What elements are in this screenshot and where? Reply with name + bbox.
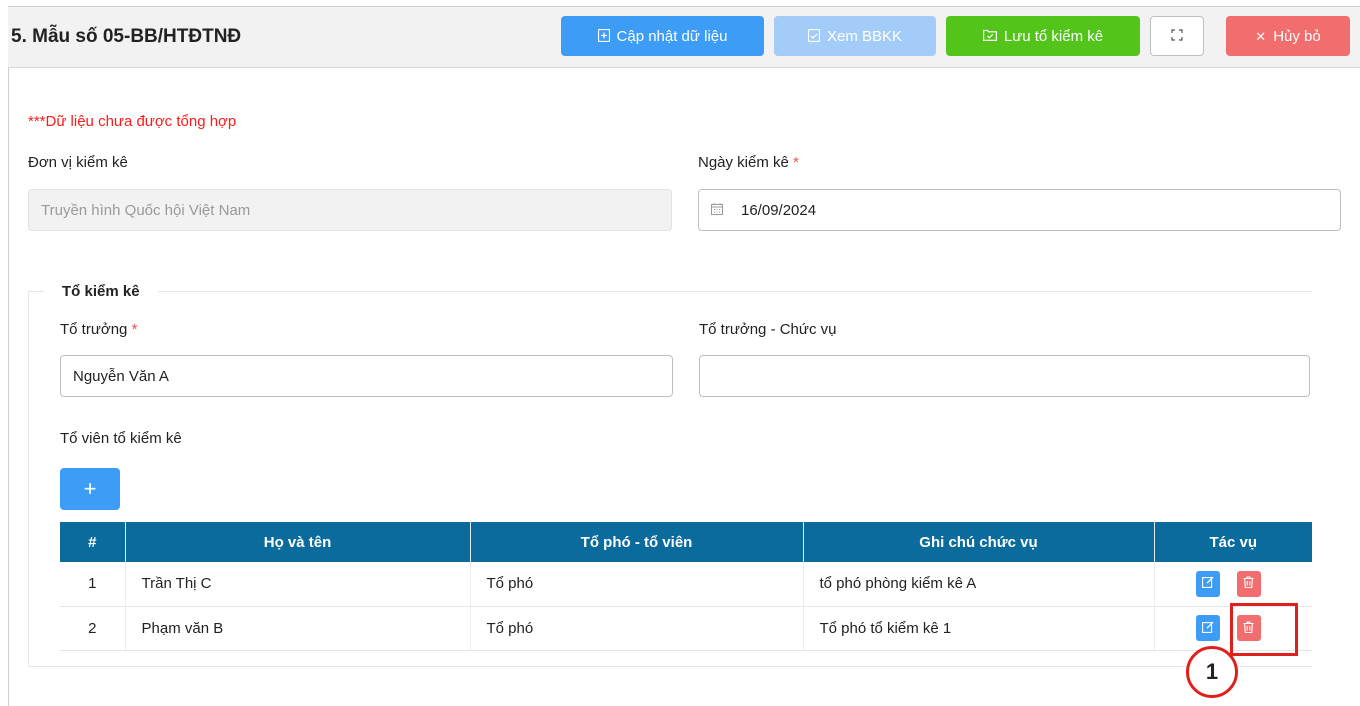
folder-check-icon — [982, 29, 997, 43]
delete-button[interactable] — [1236, 570, 1261, 597]
member-role: Tổ phó — [470, 562, 804, 607]
member-name: Phạm văn B — [125, 606, 471, 651]
unit-field: Truyền hình Quốc hội Việt Nam — [28, 189, 672, 231]
column-header: Tổ phó - tổ viên — [470, 522, 804, 562]
members-table: # Họ và tên Tổ phó - tổ viên Ghi chú chứ… — [60, 522, 1312, 651]
unit-value: Truyền hình Quốc hội Việt Nam — [41, 201, 251, 219]
member-role: Tổ phó — [470, 606, 804, 651]
leader-value: Nguyễn Văn A — [73, 367, 169, 385]
edit-button[interactable] — [1195, 570, 1220, 597]
calendar-icon — [711, 202, 723, 218]
leader-input[interactable]: Nguyễn Văn A — [60, 355, 673, 397]
fullscreen-icon — [1171, 29, 1183, 43]
leader-position-label: Tổ trưởng - Chức vụ — [699, 321, 837, 338]
view-bbkk-button[interactable]: Xem BBKK — [774, 16, 936, 56]
members-label: Tổ viên tổ kiểm kê — [60, 430, 182, 447]
column-header: # — [60, 522, 126, 562]
required-mark: * — [131, 321, 138, 338]
close-icon: ✕ — [1255, 28, 1267, 44]
save-team-button[interactable]: Lưu tổ kiểm kê — [946, 16, 1140, 56]
step-callout: 1 — [1186, 646, 1238, 698]
update-data-button[interactable]: Cập nhật dữ liệu — [561, 16, 764, 56]
file-plus-icon — [597, 28, 610, 44]
add-member-button[interactable]: + — [60, 468, 120, 510]
row-number: 1 — [60, 562, 126, 607]
plus-icon: + — [83, 476, 97, 501]
required-mark: * — [793, 154, 799, 171]
unit-label: Đơn vị kiểm kê — [28, 154, 128, 171]
cancel-button[interactable]: ✕ Hủy bỏ — [1226, 16, 1350, 56]
row-number: 2 — [60, 606, 126, 651]
edit-icon — [1201, 621, 1214, 636]
leader-label: Tổ trưởng * — [60, 321, 138, 338]
table-row: 2 Phạm văn B Tổ phó Tổ phó tổ kiểm kê 1 — [60, 606, 1312, 651]
column-header: Họ và tên — [125, 522, 471, 562]
save-team-label: Lưu tổ kiểm kê — [1003, 27, 1104, 45]
file-check-icon — [807, 28, 821, 44]
data-not-aggregated-warning: ***Dữ liệu chưa được tổng hợp — [28, 113, 237, 130]
edit-button[interactable] — [1195, 615, 1220, 641]
fullscreen-button[interactable] — [1150, 16, 1204, 56]
leader-position-input[interactable] — [699, 355, 1310, 397]
view-bbkk-label: Xem BBKK — [826, 27, 903, 45]
date-field[interactable]: 16/09/2024 — [698, 189, 1341, 231]
edit-icon — [1201, 576, 1214, 591]
table-header-row: # Họ và tên Tổ phó - tổ viên Ghi chú chứ… — [60, 522, 1312, 562]
trash-icon — [1243, 576, 1254, 591]
page-title: 5. Mẫu số 05-BB/HTĐTNĐ — [11, 26, 242, 47]
date-label: Ngày kiểm kê * — [698, 154, 799, 171]
team-legend: Tổ kiểm kê — [44, 283, 158, 300]
member-note: Tổ phó tổ kiểm kê 1 — [803, 606, 1155, 651]
member-note: tổ phó phòng kiểm kê A — [803, 562, 1155, 607]
table-row: 1 Trần Thị C Tổ phó tổ phó phòng kiểm kê… — [60, 562, 1312, 607]
column-header: Tác vụ — [1154, 522, 1312, 562]
cancel-label: Hủy bỏ — [1273, 27, 1321, 45]
date-value: 16/09/2024 — [741, 201, 817, 219]
member-name: Trần Thị C — [125, 562, 471, 607]
update-data-label: Cập nhật dữ liệu — [616, 27, 728, 45]
column-header: Ghi chú chức vụ — [803, 522, 1155, 562]
delete-highlight-box — [1230, 603, 1298, 656]
row-actions — [1154, 562, 1312, 607]
